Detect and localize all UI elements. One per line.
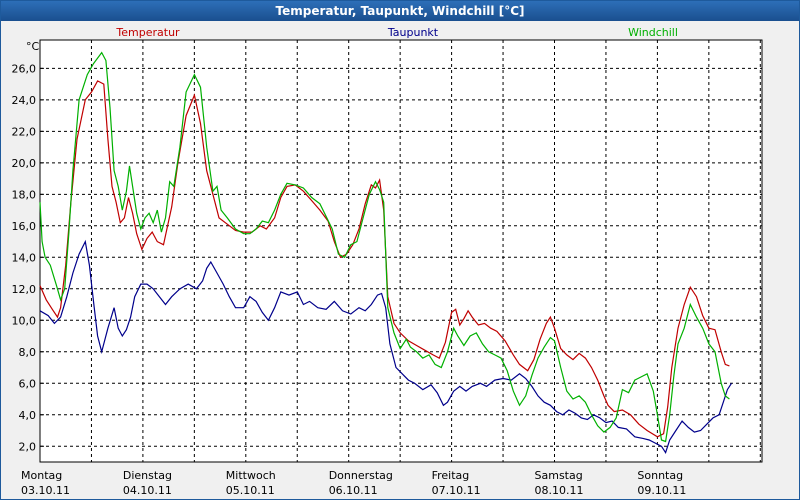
x-weekday-label: Donnerstag [329, 469, 393, 482]
x-date-label: 09.10.11 [637, 484, 686, 497]
y-tick-label: 10,0 [12, 314, 37, 327]
plot-area [39, 39, 763, 463]
x-axis: Montag 03.10.11 Dienstag 04.10.11 Mittwoch 05… [21, 469, 686, 497]
x-weekday-label: Montag [21, 469, 62, 482]
x-date-label: 06.10.11 [329, 484, 378, 497]
legend-label-temperatur: Temperatur [115, 26, 180, 39]
x-date-label: 07.10.11 [432, 484, 481, 497]
x-weekday-label: Freitag [432, 469, 470, 482]
y-tick-label: 24,0 [12, 94, 37, 107]
y-tick-label: 20,0 [12, 157, 37, 170]
y-unit-label: °C [26, 40, 40, 53]
y-tick-label: 4,0 [19, 409, 37, 422]
x-date-label: 08.10.11 [535, 484, 584, 497]
legend-label-windchill: Windchill [628, 26, 678, 39]
x-weekday-label: Mittwoch [226, 469, 276, 482]
y-tick-label: 12,0 [12, 283, 37, 296]
x-date-label: 03.10.11 [21, 484, 70, 497]
y-tick-label: 2,0 [19, 440, 37, 453]
y-tick-label: 6,0 [19, 377, 37, 390]
x-weekday-label: Samstag [535, 469, 583, 482]
y-tick-label: 8,0 [19, 346, 37, 359]
x-date-label: 05.10.11 [226, 484, 275, 497]
x-date-label: 04.10.11 [123, 484, 172, 497]
chart-svg: °C 2,0 4,0 6,0 8,0 10,0 12,0 14,0 16,0 18,0 20,0 22… [12, 26, 763, 497]
y-tick-label: 14,0 [12, 251, 37, 264]
y-tick-label: 22,0 [12, 125, 37, 138]
y-tick-label: 18,0 [12, 188, 37, 201]
x-weekday-label: Sonntag [637, 469, 683, 482]
x-weekday-label: Dienstag [123, 469, 172, 482]
y-tick-label: 16,0 [12, 220, 37, 233]
legend-label-taupunkt: Taupunkt [387, 26, 439, 39]
y-tick-label: 26,0 [12, 62, 37, 75]
y-axis: °C 2,0 4,0 6,0 8,0 10,0 12,0 14,0 16,0 18,0 20,0 22… [12, 40, 44, 453]
legend: Temperatur Taupunkt Windchill [115, 26, 678, 39]
